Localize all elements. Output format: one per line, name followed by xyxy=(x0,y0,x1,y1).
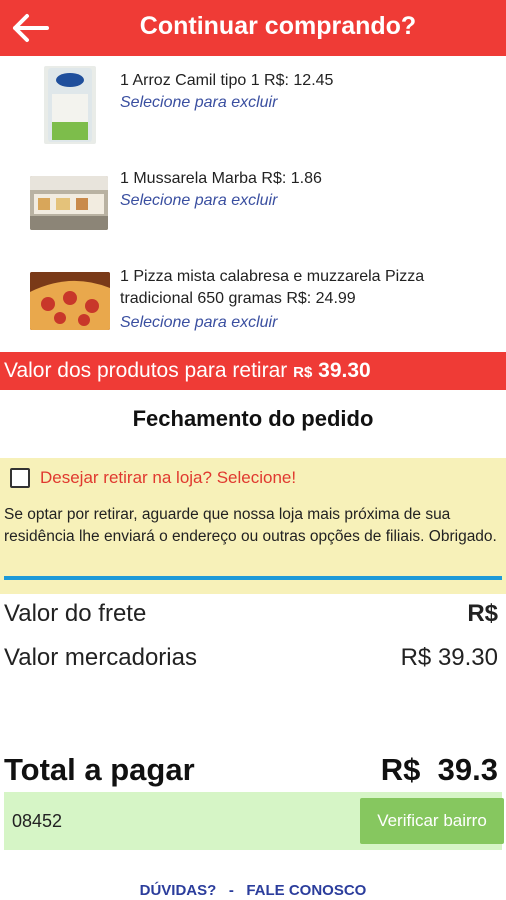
freight-value: R$ xyxy=(467,600,498,627)
summary-label: Valor dos produtos para retirar xyxy=(4,359,288,382)
pickup-note: Se optar por retirar, aguarde que nossa … xyxy=(4,506,497,545)
footer-separator: - xyxy=(228,882,234,899)
pickup-panel: Desejar retirar na loja? Selecione! Se o… xyxy=(0,458,506,594)
total-value: R$ 39.3 xyxy=(380,752,498,787)
remove-item-link[interactable]: Selecione para excluir xyxy=(120,314,277,332)
deli-counter-image xyxy=(30,176,108,230)
cep-input[interactable] xyxy=(4,792,344,850)
pizza-image xyxy=(30,272,110,330)
footer-links: DÚVIDAS? - FALE CONOSCO xyxy=(0,882,506,899)
goods-row: Valor mercadorias R$ 39.30 xyxy=(4,644,498,676)
summary-currency: R$ xyxy=(293,364,313,381)
cep-area: Verificar bairro xyxy=(4,792,504,850)
remove-item-link[interactable]: Selecione para excluir xyxy=(120,94,277,112)
freight-label: Valor do frete xyxy=(4,600,147,627)
products-total-bar: Valor dos produtos para retirar R$ 39.30 xyxy=(0,352,506,390)
verify-neighborhood-button[interactable]: Verificar bairro xyxy=(360,798,504,844)
top-bar: Continuar comprando? xyxy=(0,0,506,56)
pickup-checkbox[interactable] xyxy=(10,468,30,488)
back-button[interactable] xyxy=(8,8,52,48)
item-description: 1 Pizza mista calabresa e muzzarela Pizz… xyxy=(120,268,425,307)
divider xyxy=(4,576,502,580)
goods-value: R$ 39.30 xyxy=(400,644,498,671)
page-title: Continuar comprando? xyxy=(139,12,417,40)
arrow-left-icon xyxy=(13,14,49,42)
goods-label: Valor mercadorias xyxy=(4,644,197,671)
rice-bag-image xyxy=(44,66,96,144)
cart-item: 1 Mussarela Marba R$: 1.86 Selecione par… xyxy=(0,160,506,240)
contact-link[interactable]: FALE CONOSCO xyxy=(246,882,366,899)
cart-item: 1 Arroz Camil tipo 1 R$: 12.45 Selecione… xyxy=(0,60,506,150)
checkout-title: Fechamento do pedido xyxy=(132,406,374,431)
remove-item-link[interactable]: Selecione para excluir xyxy=(120,192,277,210)
pickup-label[interactable]: Desejar retirar na loja? Selecione! xyxy=(40,468,296,488)
freight-row: Valor do frete R$ xyxy=(4,600,498,632)
item-description: 1 Mussarela Marba R$: 1.86 xyxy=(120,170,322,187)
cart-item: 1 Pizza mista calabresa e muzzarela Pizz… xyxy=(0,262,506,346)
total-label: Total a pagar xyxy=(4,752,195,787)
item-description: 1 Arroz Camil tipo 1 R$: 12.45 xyxy=(120,72,334,89)
summary-amount: 39.30 xyxy=(318,359,371,382)
help-link[interactable]: DÚVIDAS? xyxy=(140,882,217,899)
